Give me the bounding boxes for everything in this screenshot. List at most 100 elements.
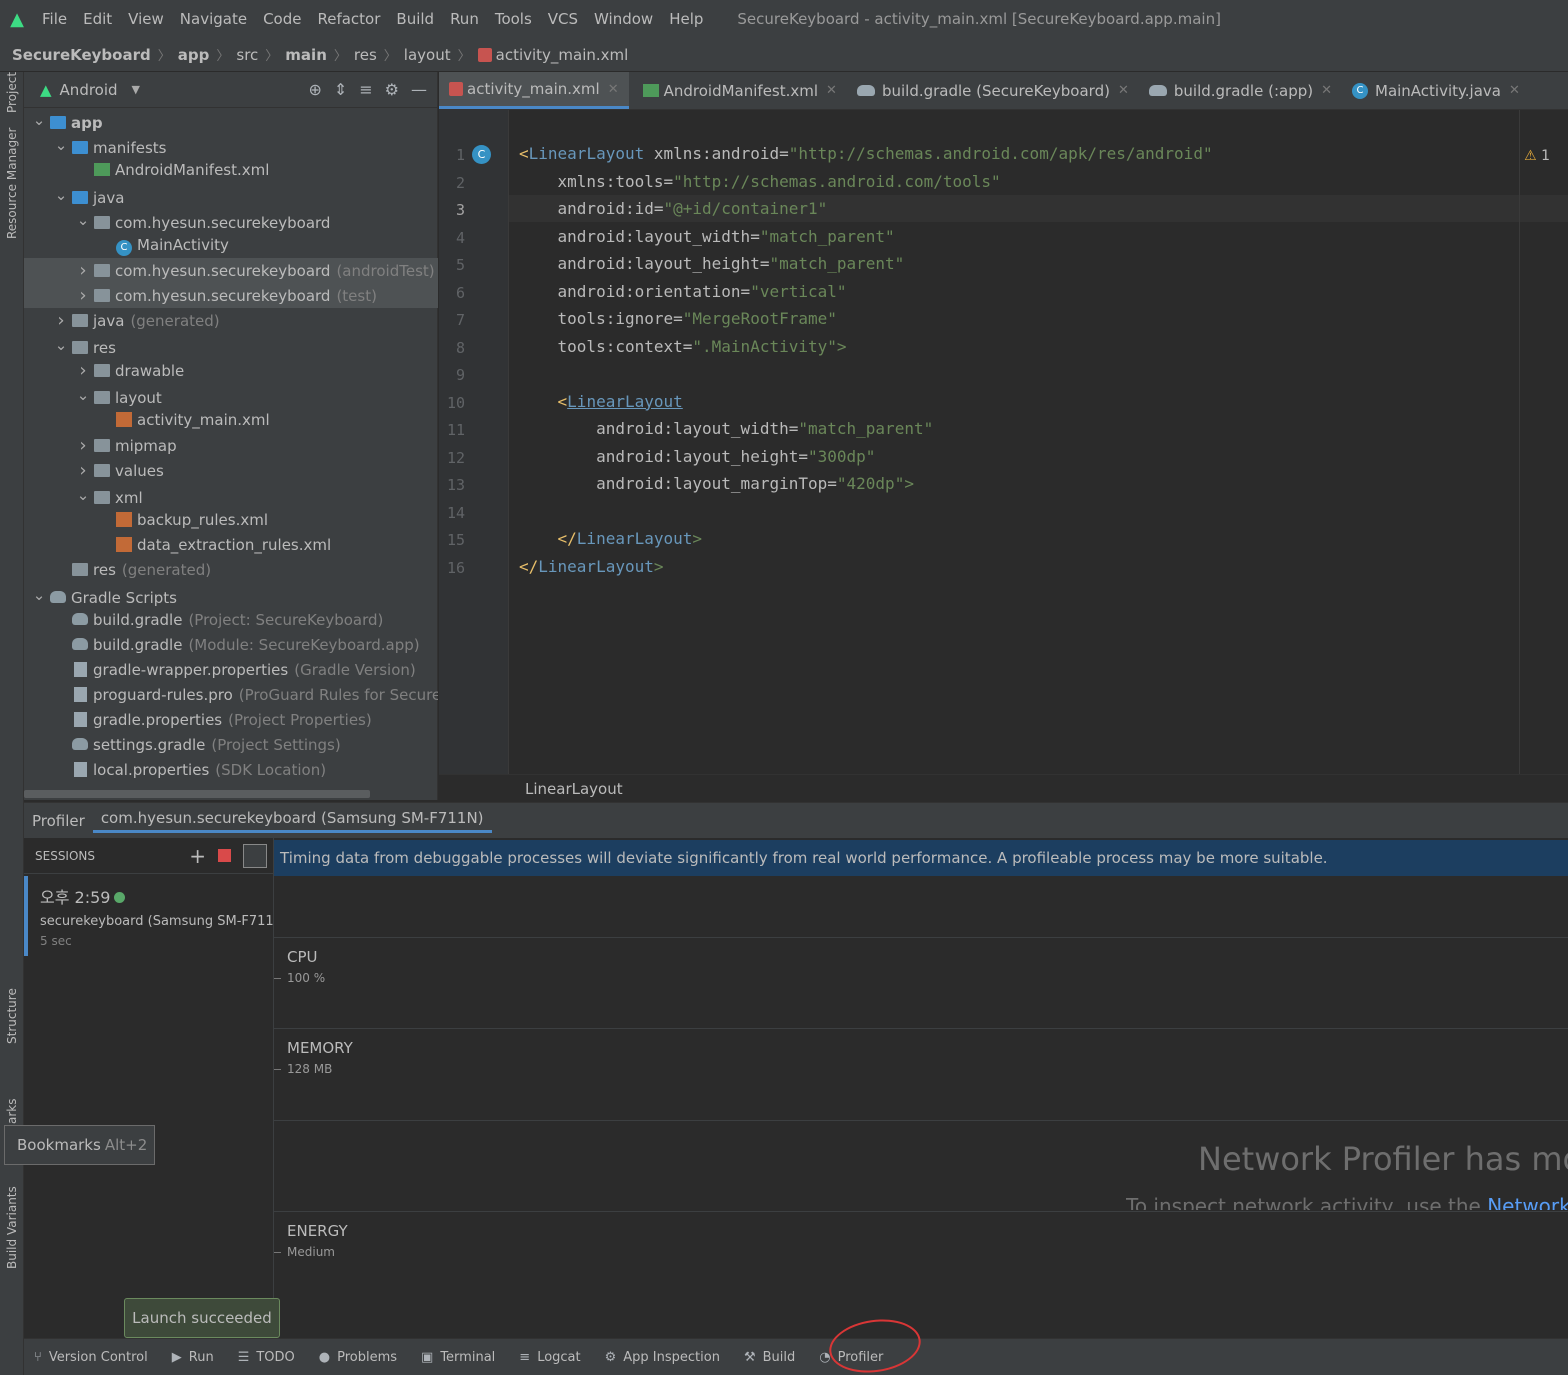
breadcrumb-item[interactable]: app bbox=[178, 46, 210, 64]
chevron-down-icon[interactable]: ⌄ bbox=[54, 183, 68, 208]
stop-session-icon[interactable] bbox=[218, 849, 231, 862]
menu-file[interactable]: File bbox=[42, 10, 67, 28]
tree-item[interactable]: activity_main.xml bbox=[24, 408, 438, 433]
tab-main-activity-java[interactable]: C MainActivity.java ✕ bbox=[1342, 72, 1530, 109]
editor-breadcrumb[interactable]: LinearLayout bbox=[439, 774, 1568, 802]
cpu-lane[interactable]: CPU 100 % bbox=[274, 937, 1568, 1028]
tree-item[interactable]: ⌄ layout bbox=[24, 383, 438, 408]
tab-activity-main-xml[interactable]: activity_main.xml ✕ bbox=[439, 72, 629, 109]
tree-item[interactable]: ⌄ app bbox=[24, 108, 438, 133]
chevron-right-icon[interactable]: › bbox=[76, 358, 90, 383]
resource-manager-tool-button[interactable]: Resource Manager bbox=[5, 128, 19, 239]
breadcrumb-item[interactable]: activity_main.xml bbox=[496, 46, 629, 64]
tree-item[interactable]: build.gradle (Project: SecureKeyboard) bbox=[24, 608, 438, 633]
tree-item[interactable]: proguard-rules.pro (ProGuard Rules for Se… bbox=[24, 683, 438, 708]
app-inspection-button[interactable]: ⚙ App Inspection bbox=[605, 1350, 720, 1365]
close-icon[interactable]: ✕ bbox=[1321, 83, 1332, 98]
horizontal-scrollbar[interactable] bbox=[24, 790, 370, 798]
tree-item[interactable]: ⌄ xml bbox=[24, 483, 438, 508]
menu-navigate[interactable]: Navigate bbox=[180, 10, 247, 28]
chevron-right-icon[interactable]: › bbox=[76, 283, 90, 308]
chevron-down-icon[interactable]: ⌄ bbox=[76, 208, 90, 233]
close-icon[interactable]: ✕ bbox=[1118, 83, 1129, 98]
problems-button[interactable]: ● Problems bbox=[319, 1350, 397, 1365]
tree-item[interactable]: › drawable bbox=[24, 358, 438, 383]
logcat-button[interactable]: ≡ Logcat bbox=[519, 1350, 580, 1365]
menu-window[interactable]: Window bbox=[594, 10, 653, 28]
chevron-right-icon[interactable]: › bbox=[76, 433, 90, 458]
tree-item[interactable]: settings.gradle (Project Settings) bbox=[24, 733, 438, 758]
tree-item[interactable]: ⌄ manifests bbox=[24, 133, 438, 158]
memory-lane[interactable]: MEMORY 128 MB bbox=[274, 1028, 1568, 1120]
version-control-button[interactable]: ⑂ Version Control bbox=[34, 1350, 148, 1365]
close-icon[interactable]: ✕ bbox=[608, 82, 619, 97]
menu-tools[interactable]: Tools bbox=[495, 10, 532, 28]
chevron-right-icon[interactable]: › bbox=[54, 308, 68, 333]
build-button[interactable]: ⚒ Build bbox=[744, 1350, 795, 1365]
tree-item[interactable]: › com.hyesun.securekeyboard (test) bbox=[24, 283, 438, 308]
tree-item[interactable]: › values bbox=[24, 458, 438, 483]
chevron-down-icon[interactable]: ⌄ bbox=[32, 108, 46, 133]
chevron-down-icon[interactable]: ⌄ bbox=[76, 383, 90, 408]
breadcrumb-item[interactable]: layout bbox=[404, 46, 451, 64]
tree-item[interactable]: build.gradle (Module: SecureKeyboard.app) bbox=[24, 633, 438, 658]
tab-profiler-session[interactable]: com.hyesun.securekeyboard (Samsung SM-F7… bbox=[92, 809, 492, 833]
menu-code[interactable]: Code bbox=[263, 10, 301, 28]
todo-button[interactable]: ☰ TODO bbox=[238, 1350, 295, 1365]
close-icon[interactable]: ✕ bbox=[1509, 83, 1520, 98]
run-button[interactable]: ▶ Run bbox=[172, 1350, 214, 1365]
breadcrumb-item[interactable]: res bbox=[354, 46, 377, 64]
chevron-down-icon[interactable]: ⌄ bbox=[32, 583, 46, 608]
tree-item[interactable]: res (generated) bbox=[24, 558, 438, 583]
gear-icon[interactable]: ⚙ bbox=[385, 80, 399, 99]
menu-run[interactable]: Run bbox=[450, 10, 479, 28]
project-view-selector[interactable]: Android bbox=[60, 81, 118, 99]
chevron-down-icon[interactable]: ⌄ bbox=[76, 483, 90, 508]
energy-lane[interactable]: ENERGY Medium bbox=[274, 1211, 1568, 1300]
tab-android-manifest[interactable]: AndroidManifest.xml ✕ bbox=[629, 72, 847, 109]
tree-item[interactable]: C MainActivity bbox=[24, 233, 438, 258]
class-gutter-icon[interactable]: C bbox=[472, 145, 491, 164]
menu-view[interactable]: View bbox=[128, 10, 164, 28]
chevron-down-icon[interactable]: ⌄ bbox=[54, 333, 68, 358]
tree-item[interactable]: ⌄ Gradle Scripts bbox=[24, 583, 438, 608]
network-inspector-link[interactable]: Network bbox=[1487, 1194, 1568, 1210]
tab-build-gradle-project[interactable]: build.gradle (SecureKeyboard) ✕ bbox=[847, 72, 1139, 109]
build-variants-tool-button[interactable]: Build Variants bbox=[5, 1186, 19, 1269]
breadcrumb-item[interactable]: SecureKeyboard bbox=[12, 46, 151, 64]
tree-item[interactable]: › com.hyesun.securekeyboard (androidTest) bbox=[24, 258, 438, 283]
code-editor[interactable]: 1 2 3 4 5 6 7 8 9 10 11 12 13 14 15 16 <LinearLayout xm… bbox=[439, 110, 1568, 774]
menu-vcs[interactable]: VCS bbox=[548, 10, 578, 28]
tree-item[interactable]: backup_rules.xml bbox=[24, 508, 438, 533]
chevron-right-icon[interactable]: › bbox=[76, 458, 90, 483]
session-item[interactable]: 오후 2:59 securekeyboard (Samsung SM-F711.… bbox=[24, 876, 286, 956]
menu-edit[interactable]: Edit bbox=[83, 10, 112, 28]
close-icon[interactable]: ✕ bbox=[826, 83, 837, 98]
add-session-icon[interactable]: + bbox=[189, 844, 206, 868]
tree-item[interactable]: gradle.properties (Project Properties) bbox=[24, 708, 438, 733]
menu-help[interactable]: Help bbox=[669, 10, 703, 28]
tree-item[interactable]: AndroidManifest.xml bbox=[24, 158, 438, 183]
minimize-icon[interactable]: — bbox=[411, 80, 427, 99]
breadcrumb-item[interactable]: main bbox=[285, 46, 327, 64]
bookmarks-tool-button[interactable]: arks bbox=[5, 1099, 19, 1125]
chevron-right-icon[interactable]: › bbox=[76, 258, 90, 283]
tab-build-gradle-app[interactable]: build.gradle (:app) ✕ bbox=[1139, 72, 1342, 109]
menu-refactor[interactable]: Refactor bbox=[317, 10, 380, 28]
tree-item[interactable]: local.properties (SDK Location) bbox=[24, 758, 438, 783]
tree-item[interactable]: ⌄ java bbox=[24, 183, 438, 208]
collapse-panel-icon[interactable] bbox=[243, 843, 267, 868]
project-tool-button[interactable]: Project bbox=[5, 72, 19, 113]
warning-indicator[interactable]: ⚠ 1 bbox=[1524, 148, 1550, 164]
expand-all-icon[interactable]: ⇕ bbox=[334, 80, 347, 99]
collapse-all-icon[interactable]: ≡ bbox=[359, 80, 372, 99]
tree-item[interactable]: data_extraction_rules.xml bbox=[24, 533, 438, 558]
terminal-button[interactable]: ▣ Terminal bbox=[421, 1350, 495, 1365]
chevron-down-icon[interactable]: ▼ bbox=[132, 83, 140, 96]
locate-icon[interactable]: ⊕ bbox=[308, 80, 321, 99]
structure-tool-button[interactable]: Structure bbox=[5, 988, 19, 1044]
tree-item[interactable]: gradle-wrapper.properties (Gradle Version… bbox=[24, 658, 438, 683]
tree-item[interactable]: ⌄ res bbox=[24, 333, 438, 358]
tree-item[interactable]: ⌄ com.hyesun.securekeyboard bbox=[24, 208, 438, 233]
tree-item[interactable]: › java (generated) bbox=[24, 308, 438, 333]
